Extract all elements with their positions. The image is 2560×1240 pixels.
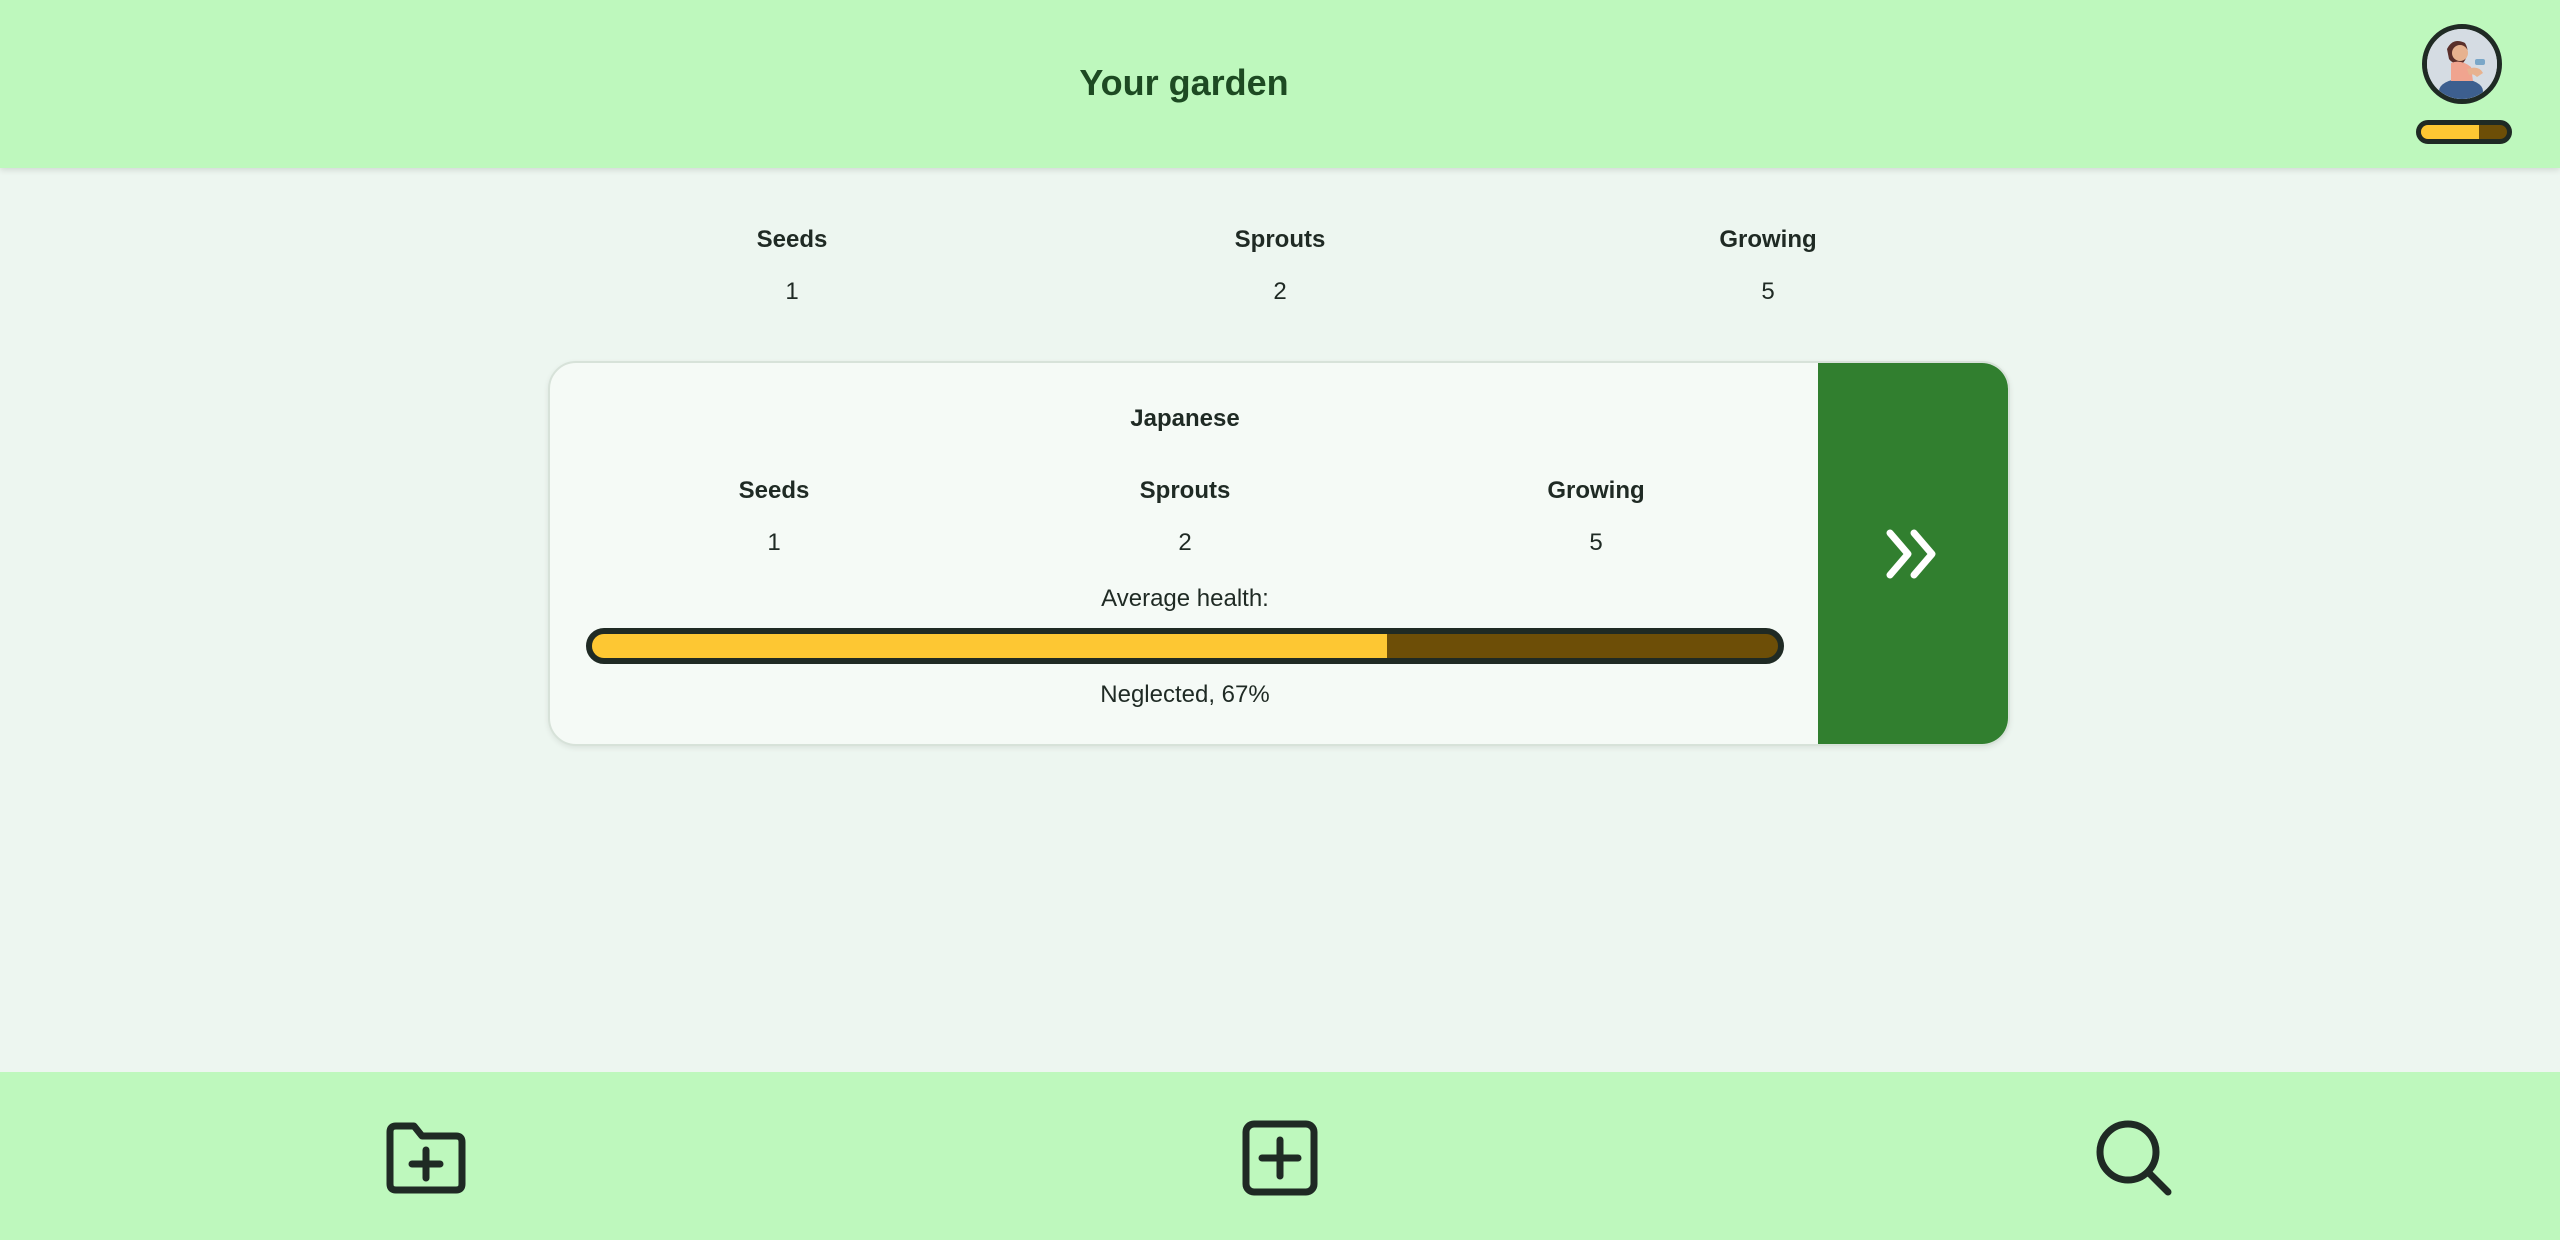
stat-value: 1	[785, 278, 799, 305]
add-plant-button[interactable]	[1238, 1116, 1322, 1200]
stat-label: Growing	[1719, 226, 1817, 253]
stat-value: 5	[1589, 529, 1603, 556]
page-title: Your garden	[1079, 62, 1289, 103]
mini-health-bar	[2416, 120, 2512, 144]
top-bar: Your garden	[0, 0, 2560, 168]
summary-seeds: Seeds 1	[672, 226, 912, 306]
garden-card-body: Japanese Seeds 1 Sprouts 2 Growing 5 Ave…	[550, 363, 1820, 744]
search-button[interactable]	[2092, 1116, 2176, 1200]
garden-growing: Growing 5	[1476, 477, 1716, 557]
chevrons-right-icon	[1886, 529, 1936, 579]
stat-value: 1	[767, 529, 781, 556]
garden-name: Japanese	[1130, 405, 1240, 432]
summary-growing: Growing 5	[1648, 226, 1888, 306]
open-garden-button[interactable]	[1818, 363, 2008, 744]
stat-label: Growing	[1547, 477, 1645, 504]
garden-stats: Seeds 1 Sprouts 2 Growing 5	[550, 477, 1820, 557]
summary-sprouts: Sprouts 2	[1160, 226, 1400, 306]
mini-health-bar-fill	[2421, 125, 2479, 139]
stat-value: 5	[1761, 278, 1775, 305]
bottom-bar	[0, 1072, 2560, 1240]
stat-value: 2	[1273, 278, 1287, 305]
search-icon	[2096, 1120, 2172, 1196]
square-plus-icon	[1242, 1120, 1318, 1196]
health-status-text: Neglected, 67%	[1100, 681, 1270, 708]
average-health-label: Average health:	[1101, 585, 1269, 612]
add-folder-button[interactable]	[384, 1116, 468, 1200]
stat-label: Sprouts	[1234, 226, 1326, 253]
garden-seeds: Seeds 1	[654, 477, 894, 557]
gardener-avatar-icon	[2427, 29, 2497, 99]
stat-label: Seeds	[738, 477, 810, 504]
garden-sprouts: Sprouts 2	[1065, 477, 1305, 557]
stat-label: Sprouts	[1139, 477, 1231, 504]
stat-value: 2	[1178, 529, 1192, 556]
average-health-bar-fill	[592, 634, 1387, 658]
garden-summary: Seeds 1 Sprouts 2 Growing 5	[0, 226, 2560, 306]
garden-card: Japanese Seeds 1 Sprouts 2 Growing 5 Ave…	[548, 361, 2010, 746]
avatar[interactable]	[2422, 24, 2502, 104]
average-health-bar	[586, 628, 1784, 664]
stat-label: Seeds	[756, 226, 828, 253]
folder-plus-icon	[386, 1122, 466, 1194]
